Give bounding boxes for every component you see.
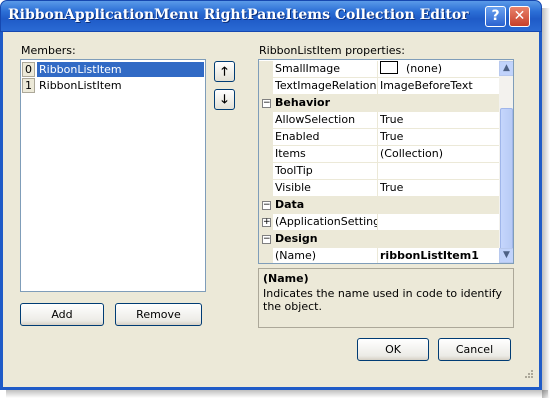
property-value[interactable]: ImageBeforeText xyxy=(380,78,498,94)
category-name: Design xyxy=(275,232,318,245)
property-name: ToolTip xyxy=(275,163,378,179)
property-name: TextImageRelation xyxy=(275,78,378,94)
property-row[interactable]: TextImageRelation ImageBeforeText xyxy=(259,78,499,95)
scroll-down-icon[interactable]: ▼ xyxy=(499,248,513,263)
collection-editor-dialog: RibbonApplicationMenu RightPaneItems Col… xyxy=(0,0,550,398)
property-value[interactable]: True xyxy=(380,112,498,128)
expand-icon[interactable]: + xyxy=(262,218,271,227)
resize-grip-icon[interactable] xyxy=(522,369,534,381)
members-label: Members: xyxy=(21,44,76,57)
row-gutter xyxy=(259,180,273,197)
properties-label: RibbonListItem properties: xyxy=(259,44,405,57)
property-value[interactable] xyxy=(380,214,498,230)
property-name: (ApplicationSettings) xyxy=(275,214,378,230)
member-item[interactable]: 1 RibbonListItem xyxy=(22,78,204,93)
category-row-design[interactable]: − Design xyxy=(259,231,499,248)
property-name: (Name) xyxy=(275,248,378,263)
description-text: Indicates the name used in code to ident… xyxy=(263,287,502,313)
category-name: Data xyxy=(275,198,305,211)
property-grid[interactable]: SmallImage (none) TextImageRelation Imag… xyxy=(258,59,514,264)
remove-button[interactable]: Remove xyxy=(115,303,202,326)
property-value[interactable]: (Collection) xyxy=(380,146,498,162)
window-title: RibbonApplicationMenu RightPaneItems Col… xyxy=(8,7,469,23)
members-list[interactable]: 0 RibbonListItem 1 RibbonListItem xyxy=(20,59,206,292)
property-row[interactable]: ToolTip xyxy=(259,163,499,180)
property-value[interactable]: ribbonListItem1 xyxy=(380,248,498,263)
collapse-icon[interactable]: − xyxy=(262,235,271,244)
window-shadow-bottom xyxy=(6,390,548,398)
property-row[interactable]: Visible True xyxy=(259,180,499,197)
row-gutter xyxy=(259,146,273,163)
property-row[interactable]: SmallImage (none) xyxy=(259,61,499,78)
window-shadow-right xyxy=(542,8,550,398)
property-row[interactable]: + (ApplicationSettings) xyxy=(259,214,499,231)
scroll-thumb[interactable] xyxy=(500,108,513,250)
property-name: Visible xyxy=(275,180,378,196)
property-row[interactable]: Items (Collection) xyxy=(259,146,499,163)
row-gutter xyxy=(259,78,273,95)
title-bar[interactable]: RibbonApplicationMenu RightPaneItems Col… xyxy=(0,0,542,32)
row-gutter xyxy=(259,248,273,263)
property-row[interactable]: AllowSelection True xyxy=(259,112,499,129)
vertical-scrollbar[interactable]: ▲ ▼ xyxy=(499,60,513,263)
image-swatch xyxy=(380,61,398,74)
property-value[interactable]: True xyxy=(380,129,498,145)
scroll-up-icon[interactable]: ▲ xyxy=(499,61,513,76)
member-index: 0 xyxy=(22,62,35,77)
up-arrow-icon: 🡑 xyxy=(221,64,228,78)
row-gutter xyxy=(259,129,273,146)
row-gutter xyxy=(259,61,273,78)
move-down-button[interactable]: 🡓 xyxy=(214,89,235,110)
property-value[interactable] xyxy=(380,163,498,179)
property-name: Enabled xyxy=(275,129,378,145)
close-button[interactable]: ✕ xyxy=(509,6,530,27)
row-gutter xyxy=(259,112,273,129)
row-gutter xyxy=(259,163,273,180)
move-up-button[interactable]: 🡑 xyxy=(214,61,235,82)
category-row-data[interactable]: − Data xyxy=(259,197,499,214)
category-name: Behavior xyxy=(275,96,331,109)
collapse-icon[interactable]: − xyxy=(262,201,271,210)
cancel-button[interactable]: Cancel xyxy=(438,338,511,361)
member-name: RibbonListItem xyxy=(37,62,204,77)
property-name: Items xyxy=(275,146,378,162)
down-arrow-icon: 🡓 xyxy=(221,92,228,106)
category-row-behavior[interactable]: − Behavior xyxy=(259,95,499,112)
property-name: SmallImage xyxy=(275,61,378,77)
add-button[interactable]: Add xyxy=(20,303,104,326)
property-value-text: (none) xyxy=(406,62,443,75)
ok-button[interactable]: OK xyxy=(357,338,429,361)
member-index: 1 xyxy=(22,78,35,93)
collapse-icon[interactable]: − xyxy=(262,99,271,108)
property-row[interactable]: (Name) ribbonListItem1 xyxy=(259,248,499,263)
property-name: AllowSelection xyxy=(275,112,378,128)
description-title: (Name) xyxy=(263,272,309,285)
help-button[interactable]: ? xyxy=(485,6,506,27)
member-name: RibbonListItem xyxy=(39,79,122,92)
member-item[interactable]: 0 RibbonListItem xyxy=(22,62,204,77)
property-value[interactable]: (none) xyxy=(380,61,498,77)
property-value[interactable]: True xyxy=(380,180,498,196)
property-row[interactable]: Enabled True xyxy=(259,129,499,146)
description-panel: (Name) Indicates the name used in code t… xyxy=(258,268,514,328)
